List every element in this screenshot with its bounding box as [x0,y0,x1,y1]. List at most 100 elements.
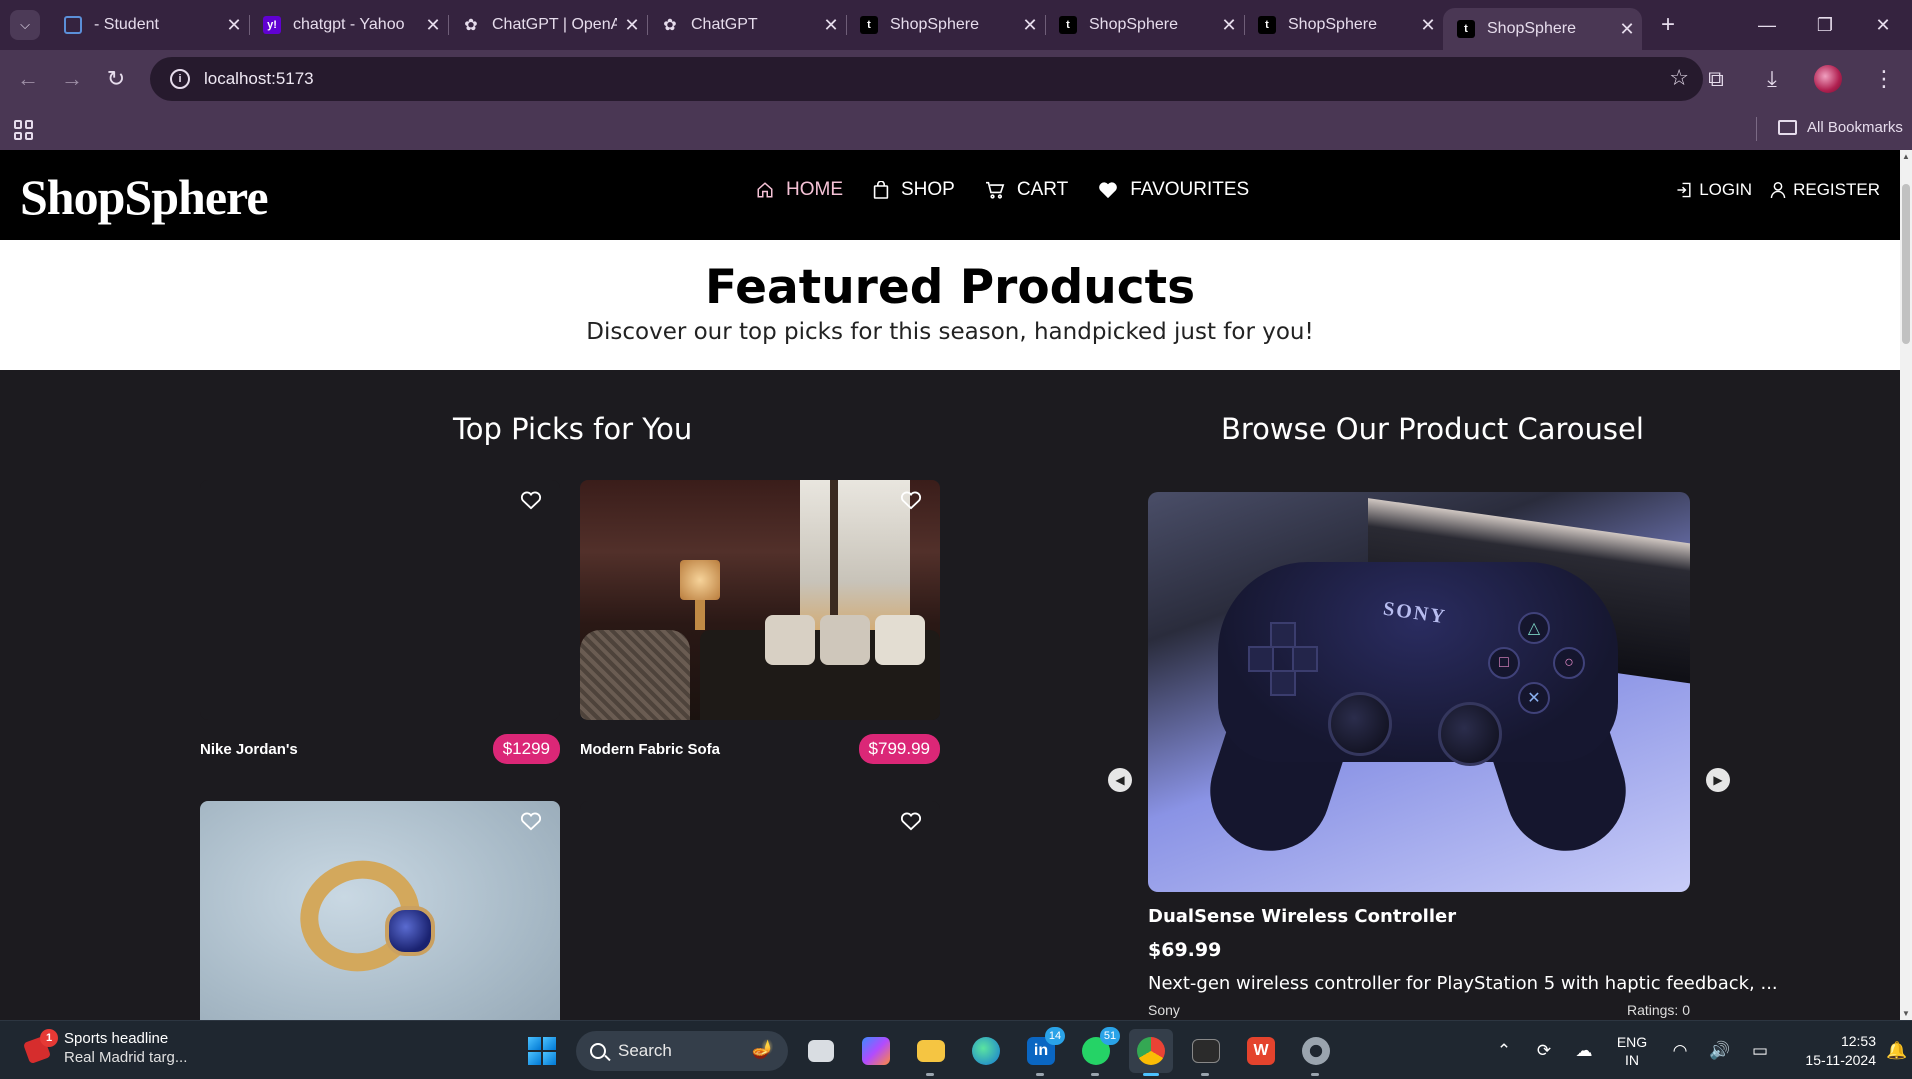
browser-tab[interactable]: t ShopSphere ✕ [1244,0,1443,50]
browser-tab[interactable]: y! chatgpt - Yahoo ✕ [249,0,448,50]
linkedin-icon[interactable]: in 14 [1019,1027,1065,1076]
carousel-product-name[interactable]: DualSense Wireless Controller [1148,906,1690,927]
site-logo[interactable]: ShopSphere [20,168,269,226]
close-icon[interactable]: ✕ [1413,15,1443,36]
tab-search-button[interactable]: ⌵ [10,10,40,40]
whatsapp-badge: 51 [1100,1027,1120,1045]
browser-tab[interactable]: ✿ ChatGPT | OpenAI ✕ [448,0,647,50]
onedrive-cloud-icon[interactable]: ☁ [1564,1041,1604,1061]
product-card[interactable]: Nike Jordan's $1299 [200,480,560,764]
wifi-icon[interactable]: ◠ [1660,1041,1700,1061]
close-icon[interactable]: ✕ [816,15,846,36]
close-icon[interactable]: ✕ [1214,15,1244,36]
cart-icon [985,181,1005,199]
chevron-up-icon[interactable]: ⌃ [1484,1041,1524,1061]
product-name[interactable]: Modern Fabric Sofa [580,741,720,758]
browser-tab[interactable]: - Student ✕ [50,0,249,50]
widget-badge: 1 [40,1029,58,1047]
clock[interactable]: 12:53 15-11-2024 [1780,1032,1876,1070]
news-widget[interactable]: 1 Sports headline Real Madrid targ... [22,1029,187,1067]
settings-icon[interactable] [1294,1029,1338,1076]
nav-home[interactable]: HOME [756,179,843,201]
minimize-icon[interactable]: — [1738,0,1796,50]
yahoo-icon: y! [263,16,281,34]
new-tab-button[interactable]: + [1650,11,1686,39]
all-bookmarks-button[interactable]: All Bookmarks [1778,119,1903,136]
profile-avatar[interactable] [1814,65,1842,93]
site-info-icon[interactable]: i [158,69,202,89]
widget-title: Sports headline [64,1030,169,1047]
notification-bell-icon[interactable]: 🔔 [1882,1041,1912,1061]
windows-start-icon[interactable] [522,1031,562,1071]
nav-shop-label: SHOP [901,179,955,200]
carousel-product-card[interactable]: SONY △ □ ○ ✕ DualSense Wireless Controll… [1148,492,1778,1020]
page-scrollbar[interactable]: ▲ ▼ [1900,150,1912,1020]
scroll-down-arrow-icon[interactable]: ▼ [1902,1009,1910,1018]
favorite-heart-icon[interactable] [900,490,922,510]
nav-cart[interactable]: CART [985,179,1068,201]
product-card[interactable] [200,801,560,1020]
extensions-icon[interactable]: ⧉ [1688,66,1744,92]
main-menu: HOME SHOP CART FAVOURITES [756,179,1279,201]
product-card[interactable] [580,801,940,1020]
carousel-product-price: $69.99 [1148,939,1222,961]
back-icon[interactable]: ← [6,57,50,101]
forward-icon[interactable]: → [50,57,94,101]
close-icon[interactable]: ✕ [617,15,647,36]
carousel-product-meta: Sony Ratings: 0 [1148,1002,1690,1020]
download-icon[interactable]: ⤓ [1744,66,1800,92]
product-card[interactable]: Modern Fabric Sofa $799.99 [580,480,940,764]
url-text[interactable]: localhost:5173 [204,69,314,89]
sync-icon[interactable]: ⟳ [1524,1041,1564,1061]
product-name[interactable]: Nike Jordan's [200,741,298,758]
close-icon[interactable]: ✕ [219,15,249,36]
nav-shop[interactable]: SHOP [873,179,955,201]
volume-icon[interactable]: 🔊 [1700,1041,1740,1061]
favorite-heart-icon[interactable] [520,811,542,831]
battery-icon[interactable]: ▭ [1740,1041,1780,1061]
restore-icon[interactable]: ❐ [1796,0,1854,50]
close-icon[interactable]: ✕ [1612,19,1642,40]
all-bookmarks-label: All Bookmarks [1807,119,1903,136]
close-icon[interactable]: ✕ [1015,15,1045,36]
browser-tab[interactable]: ✿ ChatGPT ✕ [647,0,846,50]
tab-title: - Student [94,16,159,33]
carousel-title: Browse Our Product Carousel [1221,412,1644,446]
search-label: Search [618,1041,672,1060]
browser-tab[interactable]: t ShopSphere ✕ [846,0,1045,50]
bookmark-star-icon[interactable]: ☆ [1669,65,1689,91]
site-navbar: ShopSphere HOME SHOP CART FAVOURITES LOG… [0,150,1900,240]
auth-links: LOGIN REGISTER [1658,180,1880,200]
scroll-up-arrow-icon[interactable]: ▲ [1902,152,1910,161]
more-menu-icon[interactable]: ⋮ [1856,66,1912,92]
close-icon[interactable]: ✕ [418,15,448,36]
carousel-next-button[interactable]: ▶ [1706,768,1730,792]
login-link[interactable]: LOGIN [1676,180,1752,200]
copilot-icon[interactable] [854,1029,898,1073]
close-window-icon[interactable]: ✕ [1854,0,1912,50]
register-link[interactable]: REGISTER [1770,180,1880,200]
wps-office-icon[interactable]: W [1239,1029,1283,1073]
browser-toolbar: ← → ↻ i localhost:5173 ☆ ⧉ ⤓ ⋮ [0,50,1912,108]
carousel-prev-button[interactable]: ◀ [1108,768,1132,792]
chrome-icon[interactable] [1129,1029,1173,1076]
edge-browser-icon[interactable] [964,1029,1008,1073]
product-meta: Nike Jordan's $1299 [200,734,560,764]
tab-title: ShopSphere [1487,20,1576,37]
file-explorer-icon[interactable] [909,1029,953,1076]
task-view-icon[interactable] [799,1029,843,1073]
nav-favourites[interactable]: FAVOURITES [1098,179,1249,201]
apps-grid-icon[interactable] [14,120,34,140]
taskbar-search[interactable]: Search 🪔 [576,1031,788,1071]
favorite-heart-icon[interactable] [900,811,922,831]
address-bar[interactable]: i localhost:5173 ☆ [150,57,1703,101]
browser-tab[interactable]: t ShopSphere ✕ [1045,0,1244,50]
whatsapp-icon[interactable]: 51 [1074,1027,1120,1076]
favorite-heart-icon[interactable] [520,490,542,510]
language-indicator[interactable]: ENG IN [1604,1033,1660,1069]
browser-tab-active[interactable]: t ShopSphere ✕ [1443,8,1642,50]
terminal-icon[interactable] [1184,1029,1228,1076]
browser-tab-bar: ⌵ - Student ✕ y! chatgpt - Yahoo ✕ ✿ Cha… [0,0,1912,50]
scroll-thumb[interactable] [1902,184,1910,344]
reload-icon[interactable]: ↻ [94,57,138,101]
